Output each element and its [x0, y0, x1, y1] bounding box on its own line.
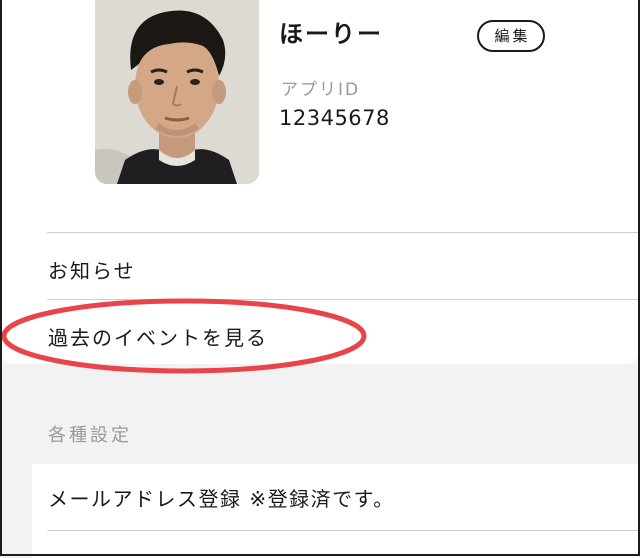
- screen-frame: [0, 0, 640, 556]
